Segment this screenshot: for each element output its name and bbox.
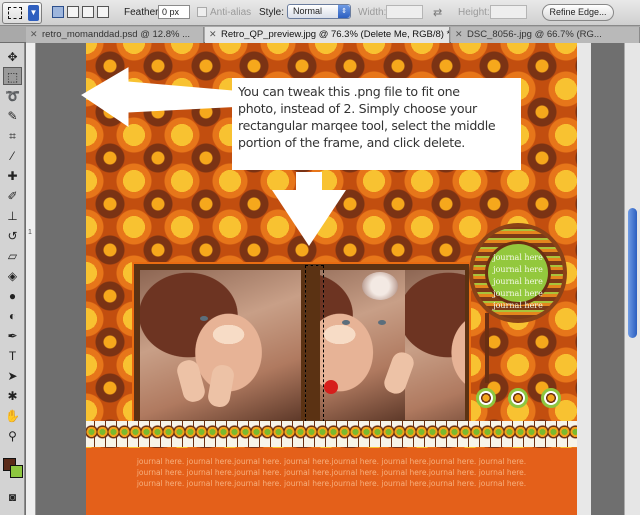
callout-line: photo, instead of 2. Simply choose your (238, 101, 477, 116)
photoshop-window: ▼ Feather: 0 px Anti-alias Style: Normal… (0, 0, 640, 515)
down-arrow-icon (272, 172, 346, 246)
vertical-scrollbar[interactable] (624, 43, 640, 515)
callout-line: rectangular marqee tool, select the midd… (238, 118, 496, 133)
instruction-callout: You can tweak this .png file to fit one … (232, 78, 521, 170)
left-arrow-icon (81, 67, 245, 127)
callout-line: portion of the frame, and click delete. (238, 135, 465, 150)
callout-line: You can tweak this .png file to fit one (238, 84, 460, 99)
scrollbar-thumb[interactable] (628, 208, 637, 338)
